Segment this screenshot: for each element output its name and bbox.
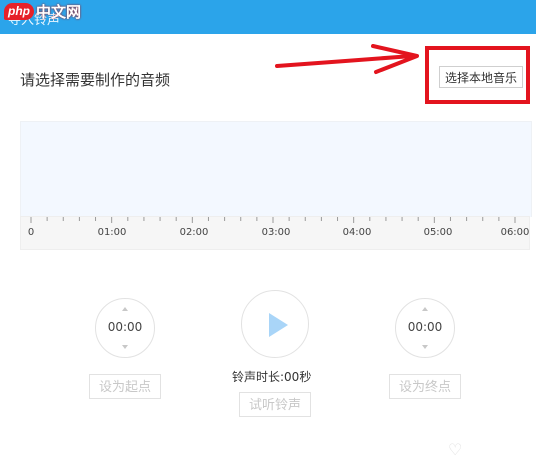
- down-arrow-icon[interactable]: [122, 345, 128, 349]
- waveform-area[interactable]: [20, 121, 532, 217]
- end-time-knob[interactable]: 00:00: [395, 298, 455, 358]
- play-button[interactable]: [241, 290, 309, 358]
- tick-label-6: 06:00: [500, 227, 530, 238]
- start-time-value: 00:00: [107, 320, 143, 334]
- red-arrow-icon: [275, 44, 419, 74]
- up-arrow-icon[interactable]: [422, 307, 428, 311]
- start-time-knob[interactable]: 00:00: [95, 298, 155, 358]
- heart-icon[interactable]: ♡: [448, 440, 462, 459]
- down-arrow-icon[interactable]: [422, 345, 428, 349]
- select-audio-prompt: 请选择需要制作的音频: [20, 71, 171, 89]
- select-local-music-button[interactable]: 选择本地音乐: [439, 66, 523, 88]
- tick-label-1: 01:00: [97, 227, 127, 238]
- play-icon: [269, 313, 288, 337]
- tick-label-2: 02:00: [179, 227, 209, 238]
- watermark-badge: php: [4, 2, 34, 20]
- tick-label-4: 04:00: [342, 227, 372, 238]
- tick-label-5: 05:00: [423, 227, 453, 238]
- set-end-button[interactable]: 设为终点: [389, 374, 461, 399]
- window-titlebar: 导入铃声 php 中文网: [0, 0, 536, 34]
- php-watermark-logo: php 中文网: [4, 0, 81, 22]
- tick-label-3: 03:00: [261, 227, 291, 238]
- watermark-text: 中文网: [36, 3, 82, 21]
- preview-ringtone-button[interactable]: 试听铃声: [239, 392, 311, 417]
- tick-label-0: 0: [27, 227, 35, 238]
- ringtone-duration: 铃声时长:00秒: [232, 370, 312, 384]
- up-arrow-icon[interactable]: [122, 307, 128, 311]
- end-time-value: 00:00: [407, 320, 443, 334]
- timeline-ruler: 0 01:00 02:00 03:00 04:00 05:00 06:00: [20, 216, 530, 250]
- set-start-button[interactable]: 设为起点: [89, 374, 161, 399]
